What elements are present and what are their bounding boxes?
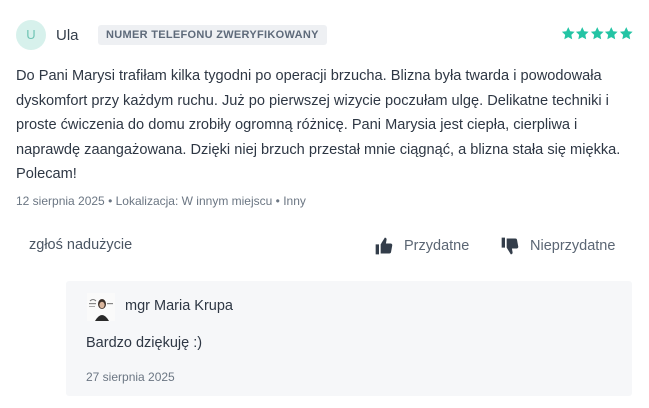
- author-name: Ula: [56, 27, 79, 44]
- report-abuse-link[interactable]: zgłoś nadużycie: [29, 237, 132, 253]
- doctor-photo: [87, 293, 115, 321]
- review-actions: zgłoś nadużycie Przydatne Nieprzydatne: [0, 235, 649, 257]
- thumbs-down-icon: [501, 237, 519, 255]
- helpful-label: Przydatne: [404, 238, 470, 254]
- star-icon: [604, 27, 618, 40]
- star-icon: [575, 27, 589, 40]
- star-icon: [590, 27, 604, 40]
- review-header: U Ula NUMER TELEFONU ZWERYFIKOWANY: [16, 20, 633, 50]
- star-icon: [561, 27, 575, 40]
- unhelpful-button[interactable]: Nieprzydatne: [500, 235, 615, 257]
- author-avatar: U: [16, 20, 46, 50]
- unhelpful-label: Nieprzydatne: [530, 238, 616, 254]
- review-meta: 12 sierpnia 2025 • Lokalizacja: W innym …: [16, 194, 306, 208]
- reply-date: 27 sierpnia 2025: [86, 370, 175, 384]
- rating-stars: [561, 26, 634, 42]
- thumbs-up-icon: [375, 237, 393, 255]
- star-icon: [619, 27, 633, 40]
- doctor-reply: mgr Maria Krupa Bardzo dziękuję :) 27 si…: [66, 281, 632, 396]
- helpful-button[interactable]: Przydatne: [374, 235, 469, 257]
- verified-phone-badge: NUMER TELEFONU ZWERYFIKOWANY: [98, 25, 327, 45]
- reply-text: Bardzo dziękuję :): [86, 335, 203, 351]
- review-text: Do Pani Marysi trafiłam kilka tygodni po…: [16, 68, 621, 182]
- doctor-name[interactable]: mgr Maria Krupa: [125, 298, 233, 314]
